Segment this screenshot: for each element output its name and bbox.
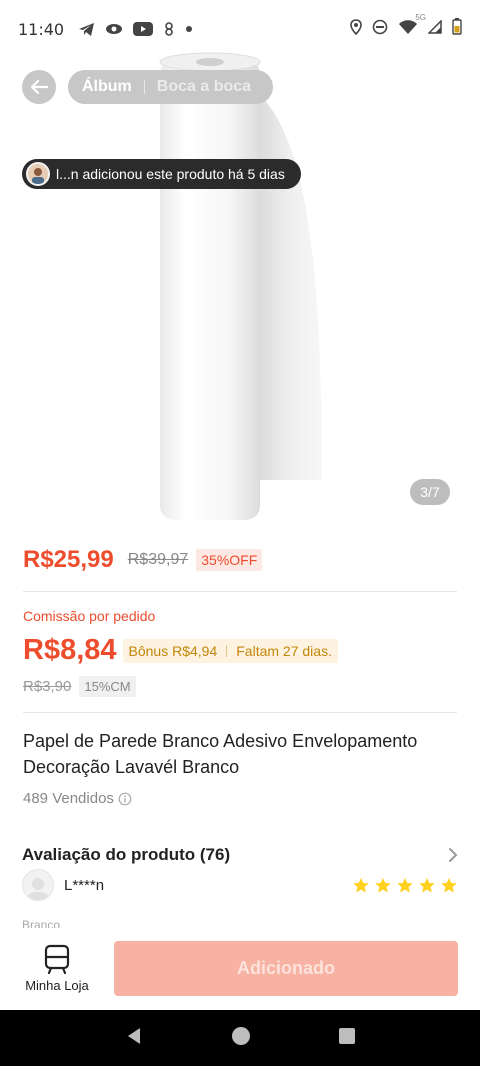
my-store-button[interactable]: Minha Loja bbox=[18, 944, 96, 993]
signal-icon bbox=[427, 19, 442, 39]
store-icon bbox=[44, 944, 70, 974]
sold-count: 489 Vendidos bbox=[23, 790, 114, 807]
gallery-page-indicator: 3/7 bbox=[410, 479, 450, 505]
back-button[interactable] bbox=[22, 70, 56, 104]
star-icon bbox=[353, 877, 369, 892]
avatar bbox=[22, 869, 54, 901]
status-time: 11:40 bbox=[18, 19, 65, 39]
back-arrow-icon bbox=[30, 79, 48, 95]
star-icon bbox=[441, 877, 457, 892]
price-row: R$25,99 R$39,97 35%OFF bbox=[23, 546, 263, 574]
bottom-action-bar: Minha Loja Adicionado bbox=[0, 928, 480, 1010]
my-store-label: Minha Loja bbox=[25, 978, 89, 993]
commission-rate-row: R$3,90 15%CM bbox=[23, 676, 136, 697]
wifi-icon: 5G bbox=[398, 13, 426, 40]
commission-row: R$8,84 Bônus R$4,94 Faltam 27 dias. bbox=[23, 634, 338, 667]
status-bar: 11:40 5G bbox=[0, 0, 480, 58]
bonus-pill: Bônus R$4,94 Faltam 27 dias. bbox=[122, 638, 338, 663]
added-button[interactable]: Adicionado bbox=[114, 941, 458, 996]
gallery-tabs: Álbum Boca a boca bbox=[68, 70, 273, 104]
star-icon bbox=[375, 877, 391, 892]
discount-badge: 35%OFF bbox=[196, 549, 263, 571]
reviews-header[interactable]: Avaliação do produto (76) bbox=[22, 845, 458, 865]
product-image bbox=[159, 52, 322, 520]
rating-stars bbox=[352, 877, 458, 894]
bonus-amount: Bônus R$4,94 bbox=[128, 642, 218, 659]
review-variant: Branco bbox=[22, 918, 61, 928]
tab-boca-a-boca[interactable]: Boca a boca bbox=[157, 78, 251, 96]
sold-count-row: 489 Vendidos bbox=[23, 790, 132, 807]
divider bbox=[23, 712, 457, 713]
app-icon bbox=[163, 22, 175, 36]
notification-text: l...n adicionou este produto há 5 dias bbox=[56, 166, 285, 182]
system-icons: 5G bbox=[350, 13, 462, 40]
back-nav-icon[interactable] bbox=[124, 1026, 144, 1051]
chevron-right-icon bbox=[448, 847, 458, 863]
reviews-title: Avaliação do produto (76) bbox=[22, 845, 231, 864]
notification-icons bbox=[78, 22, 193, 37]
product-title: Papel de Parede Branco Adesivo Envelopam… bbox=[23, 731, 418, 777]
original-price: R$39,97 bbox=[127, 551, 189, 568]
reviewer-name: L****n bbox=[64, 876, 105, 894]
wifi-label: 5G bbox=[415, 12, 426, 22]
current-price: R$25,99 bbox=[23, 546, 114, 573]
bonus-remaining: Faltam 27 dias. bbox=[236, 642, 332, 659]
recent-add-notification: l...n adicionou este produto há 5 dias bbox=[22, 159, 301, 189]
tab-album[interactable]: Álbum bbox=[82, 78, 132, 96]
divider bbox=[23, 591, 457, 592]
battery-icon bbox=[452, 18, 462, 40]
dot-icon bbox=[185, 25, 193, 33]
star-icon bbox=[397, 877, 413, 892]
info-icon[interactable] bbox=[118, 792, 132, 806]
commission-rate-badge: 15%CM bbox=[79, 676, 136, 697]
star-icon bbox=[419, 877, 435, 892]
location-icon bbox=[350, 18, 362, 40]
telegram-icon bbox=[78, 22, 95, 37]
bonus-divider bbox=[226, 644, 228, 657]
eye-icon bbox=[105, 23, 123, 35]
review-item: L****n bbox=[22, 869, 458, 901]
old-commission: R$3,90 bbox=[23, 678, 72, 695]
commission-label: Comissão por pedido bbox=[23, 608, 156, 624]
recents-nav-icon[interactable] bbox=[338, 1027, 356, 1050]
commission-value: R$8,84 bbox=[23, 634, 117, 666]
dnd-icon bbox=[372, 19, 388, 40]
system-navigation-bar bbox=[0, 1010, 480, 1066]
avatar bbox=[26, 162, 50, 186]
youtube-icon bbox=[133, 22, 154, 36]
tab-divider bbox=[143, 80, 145, 94]
home-nav-icon[interactable] bbox=[231, 1026, 251, 1051]
